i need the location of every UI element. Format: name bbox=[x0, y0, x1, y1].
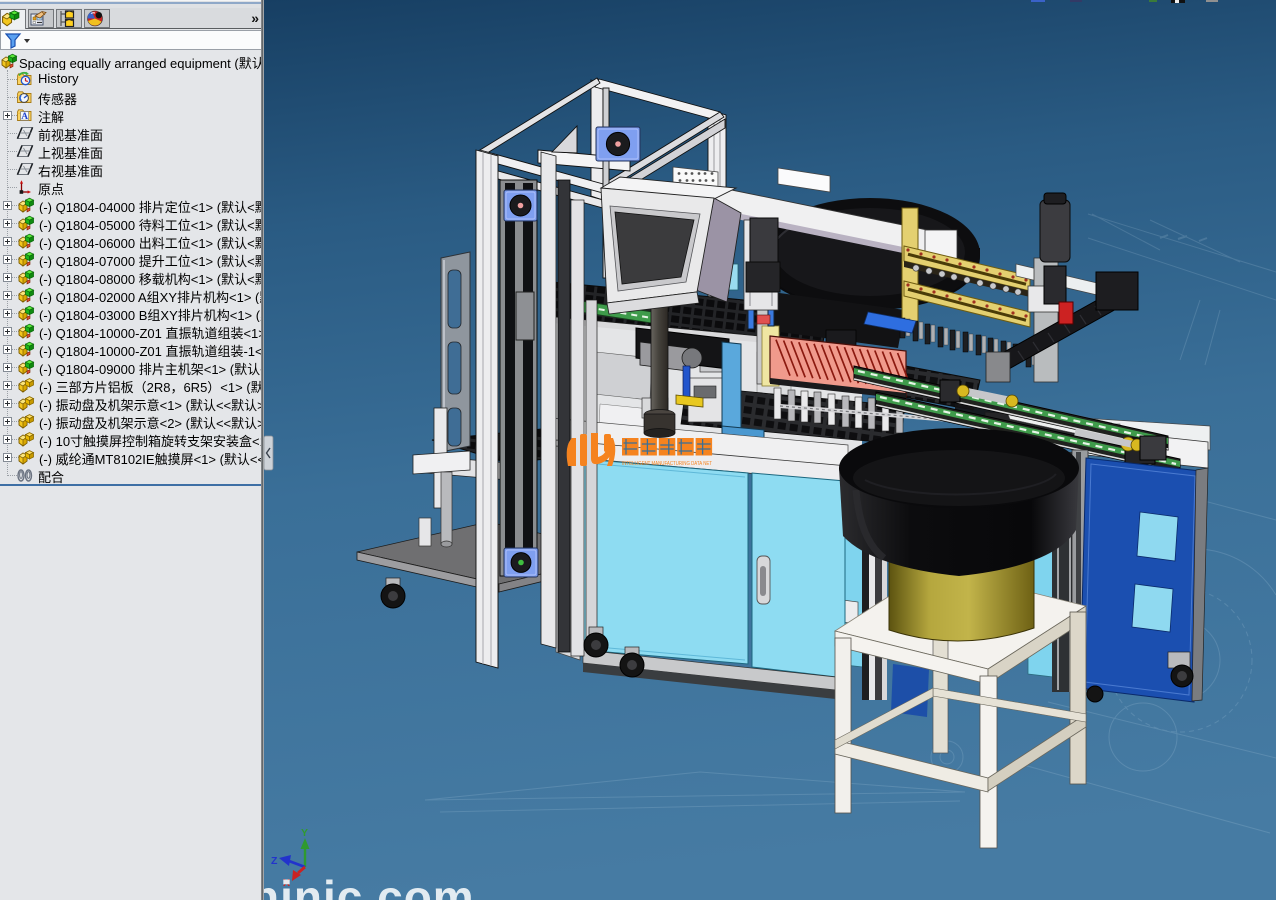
svg-text:Y: Y bbox=[301, 827, 308, 839]
svg-text:INTELLIGENT MANUFACTURING DATA: INTELLIGENT MANUFACTURING DATA NET bbox=[622, 461, 712, 467]
svg-text:ninic.com: ninic.com bbox=[264, 871, 475, 900]
svg-text:A: A bbox=[21, 112, 28, 122]
svg-text:Z: Z bbox=[271, 855, 278, 867]
